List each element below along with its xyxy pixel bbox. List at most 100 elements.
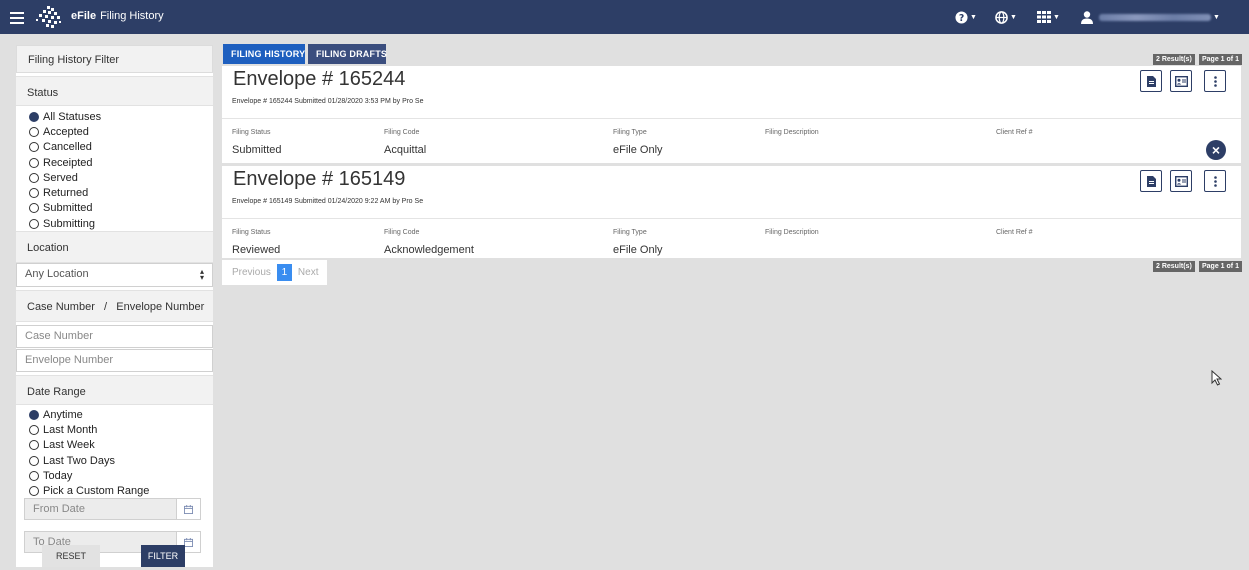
radio-icon bbox=[29, 440, 39, 451]
page-count-badge: Page 1 of 1 bbox=[1199, 261, 1242, 272]
status-section-label: Status bbox=[16, 76, 213, 106]
envelope-number-input[interactable]: Envelope Number bbox=[16, 349, 213, 372]
status-option-receipted[interactable]: Receipted bbox=[29, 155, 213, 170]
filing-description-label: Filing Description bbox=[765, 129, 819, 136]
page-count-badge: Page 1 of 1 bbox=[1199, 54, 1242, 65]
filter-sidebar: Filing History Filter Status All Statuse… bbox=[16, 45, 213, 567]
date-range-radio-group: Anytime Last Month Last Week Last Two Da… bbox=[16, 405, 213, 498]
filing-code-label: Filing Code bbox=[384, 129, 420, 136]
case-number-input[interactable]: Case Number bbox=[16, 325, 213, 348]
apps-menu[interactable]: ▼ bbox=[1037, 9, 1060, 25]
view-document-button[interactable] bbox=[1140, 170, 1162, 192]
filter-button[interactable]: FILTER bbox=[141, 545, 185, 567]
globe-icon bbox=[995, 10, 1008, 24]
reset-button[interactable]: RESET bbox=[42, 545, 100, 567]
app-name: eFile bbox=[71, 10, 97, 22]
from-date-group: From Date bbox=[24, 498, 201, 520]
radio-icon bbox=[29, 455, 39, 466]
user-icon bbox=[1081, 10, 1093, 24]
from-date-input[interactable]: From Date bbox=[25, 499, 176, 519]
caret-down-icon: ▼ bbox=[1010, 13, 1017, 21]
status-option-cancelled[interactable]: Cancelled bbox=[29, 140, 213, 155]
pagination-previous[interactable]: Previous bbox=[232, 267, 271, 278]
filter-panel-title: Filing History Filter bbox=[16, 45, 213, 73]
contact-card-icon bbox=[1174, 175, 1188, 187]
status-option-accepted[interactable]: Accepted bbox=[29, 124, 213, 139]
svg-text:?: ? bbox=[959, 13, 964, 24]
from-date-calendar-button[interactable] bbox=[176, 499, 200, 519]
envelope-title: Envelope # 165244 bbox=[233, 68, 406, 90]
tab-filing-history[interactable]: FILING HISTORY bbox=[223, 44, 305, 64]
cancel-filing-button[interactable]: × bbox=[1206, 140, 1226, 160]
status-radio-group: All Statuses Accepted Cancelled Receipte… bbox=[16, 106, 213, 231]
filing-status-label: Filing Status bbox=[232, 229, 271, 236]
tab-filing-drafts[interactable]: FILING DRAFTS bbox=[308, 44, 387, 64]
location-section-label: Location bbox=[16, 231, 213, 263]
pagination-next[interactable]: Next bbox=[298, 267, 319, 278]
radio-icon bbox=[29, 470, 39, 481]
client-ref-label: Client Ref # bbox=[996, 129, 1033, 136]
radio-selected-icon bbox=[29, 409, 39, 420]
document-icon bbox=[1146, 75, 1156, 87]
help-icon: ? bbox=[955, 10, 968, 24]
contact-card-icon bbox=[1174, 75, 1188, 87]
user-menu[interactable]: ▼ bbox=[1081, 9, 1220, 25]
view-contact-button[interactable] bbox=[1170, 70, 1192, 92]
radio-selected-icon bbox=[29, 111, 39, 122]
hamburger-menu-icon[interactable] bbox=[10, 9, 24, 25]
filing-code-value: Acknowledgement bbox=[384, 244, 474, 256]
view-contact-button[interactable] bbox=[1170, 170, 1192, 192]
status-option-served[interactable]: Served bbox=[29, 170, 213, 185]
radio-icon bbox=[29, 218, 39, 229]
date-option-custom[interactable]: Pick a Custom Range bbox=[29, 483, 213, 498]
grid-icon bbox=[1037, 11, 1051, 23]
location-selected-value: Any Location bbox=[25, 268, 89, 280]
app-brand: eFile Filing History bbox=[71, 10, 164, 22]
caret-down-icon: ▼ bbox=[1053, 13, 1060, 21]
mouse-cursor-icon bbox=[1211, 370, 1222, 386]
envelope-card: Envelope # 165149 Envelope # 165149 Subm… bbox=[222, 166, 1241, 258]
more-options-button[interactable] bbox=[1204, 70, 1226, 92]
kebab-menu-icon bbox=[1213, 175, 1217, 187]
pagination-page-current[interactable]: 1 bbox=[276, 264, 292, 281]
envelope-title: Envelope # 165149 bbox=[233, 168, 406, 190]
more-options-button[interactable] bbox=[1204, 170, 1226, 192]
date-option-last-two-days[interactable]: Last Two Days bbox=[29, 453, 213, 468]
caret-down-icon: ▼ bbox=[970, 13, 977, 21]
filing-code-value: Acquittal bbox=[384, 144, 427, 156]
calendar-icon bbox=[184, 537, 193, 547]
radio-icon bbox=[29, 142, 39, 153]
date-option-last-month[interactable]: Last Month bbox=[29, 422, 213, 437]
document-icon bbox=[1146, 175, 1156, 187]
date-option-last-week[interactable]: Last Week bbox=[29, 438, 213, 453]
view-document-button[interactable] bbox=[1140, 70, 1162, 92]
status-option-submitted[interactable]: Submitted bbox=[29, 201, 213, 216]
kebab-menu-icon bbox=[1213, 75, 1217, 87]
radio-icon bbox=[29, 157, 39, 168]
status-option-submitting[interactable]: Submitting bbox=[29, 216, 213, 231]
top-navbar: eFile Filing History ? ▼ ▼ ▼ ▼ bbox=[0, 0, 1249, 34]
card-divider bbox=[222, 118, 1241, 119]
filing-type-value: eFile Only bbox=[613, 144, 663, 156]
filing-description-label: Filing Description bbox=[765, 229, 819, 236]
filing-type-label: Filing Type bbox=[613, 229, 647, 236]
filing-code-label: Filing Code bbox=[384, 229, 420, 236]
case-envelope-section-label: Case Number / Envelope Number bbox=[16, 290, 213, 322]
language-menu[interactable]: ▼ bbox=[995, 9, 1017, 25]
date-option-anytime[interactable]: Anytime bbox=[29, 407, 213, 422]
card-divider bbox=[222, 218, 1241, 219]
location-select[interactable]: Any Location ▴ ▾ bbox=[16, 263, 213, 287]
date-option-today[interactable]: Today bbox=[29, 468, 213, 483]
filing-type-label: Filing Type bbox=[613, 129, 647, 136]
radio-icon bbox=[29, 172, 39, 183]
results-count-badge: 2 Result(s) bbox=[1153, 54, 1195, 65]
select-arrows-icon: ▴ ▾ bbox=[199, 267, 204, 282]
filing-type-value: eFile Only bbox=[613, 244, 663, 256]
status-option-returned[interactable]: Returned bbox=[29, 185, 213, 200]
radio-icon bbox=[29, 203, 39, 214]
page-title: Filing History bbox=[100, 10, 164, 22]
help-menu[interactable]: ? ▼ bbox=[955, 9, 977, 25]
radio-icon bbox=[29, 486, 39, 497]
client-ref-label: Client Ref # bbox=[996, 229, 1033, 236]
status-option-all[interactable]: All Statuses bbox=[29, 109, 213, 124]
